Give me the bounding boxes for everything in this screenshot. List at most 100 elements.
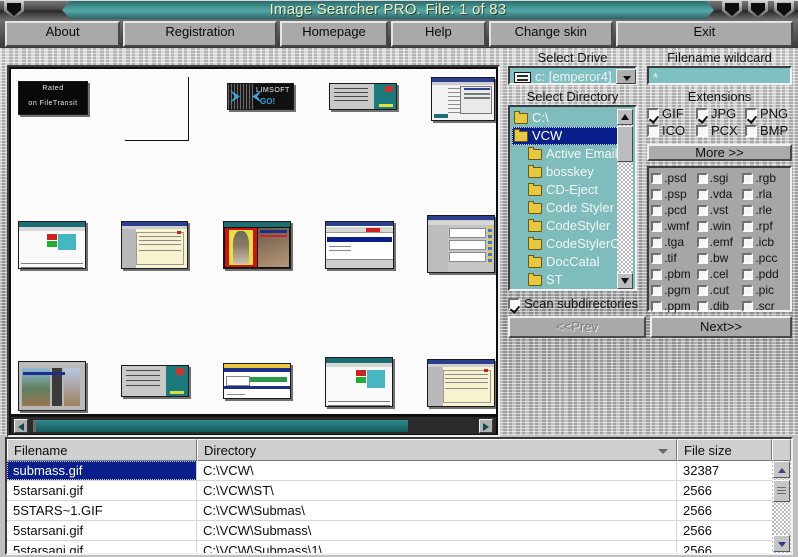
extension-wmf[interactable]: .wmf [651, 218, 697, 234]
homepage-button[interactable]: Homepage [279, 21, 389, 47]
png-checkbox[interactable] [745, 107, 757, 120]
extension-scr[interactable]: .scr [742, 298, 788, 314]
thumbnail-item[interactable] [329, 83, 397, 110]
extension-pic[interactable]: .pic [742, 282, 788, 298]
extension-cut[interactable]: .cut [696, 282, 743, 298]
hscrollbar-thumb[interactable] [33, 420, 408, 432]
wmf-checkbox[interactable] [651, 220, 662, 232]
thumbnail-hscrollbar[interactable] [11, 416, 496, 434]
extension-rpf[interactable]: .rpf [742, 218, 788, 234]
extension-png[interactable]: PNG [745, 106, 790, 121]
extension-pcx[interactable]: PCX [696, 123, 741, 138]
next-page-button[interactable]: Next>> [650, 316, 792, 338]
directory-item[interactable]: CD-Eject [512, 181, 619, 199]
registration-button[interactable]: Registration [123, 21, 277, 47]
app-menu-icon[interactable] [4, 1, 24, 19]
pcc-checkbox[interactable] [742, 252, 754, 264]
directory-item[interactable]: ST [512, 271, 619, 289]
change-skin-button[interactable]: Change skin [488, 21, 613, 47]
table-row[interactable]: 5starsani.gif C:\VCW\ST\ 2566 [7, 481, 772, 501]
extension-pgm[interactable]: .pgm [651, 282, 697, 298]
extension-jpg[interactable]: JPG [696, 106, 741, 121]
scroll-down-icon[interactable] [617, 273, 633, 289]
extension-tga[interactable]: .tga [651, 234, 697, 250]
rpf-checkbox[interactable] [742, 220, 754, 232]
extension-rle[interactable]: .rle [742, 202, 788, 218]
directory-tree-list[interactable]: C:\ VCW Active Email M bosskey CD-Eject … [512, 109, 619, 289]
scan-subdirectories-row[interactable]: Scan subdirectories [508, 295, 648, 312]
maximize-icon[interactable] [748, 1, 768, 19]
extension-sgi[interactable]: .sgi [696, 170, 743, 186]
extension-cel[interactable]: .cel [696, 266, 743, 282]
exit-button[interactable]: Exit [615, 21, 793, 47]
scan-subdirectories-checkbox[interactable] [508, 298, 520, 310]
directory-item[interactable]: DocCatal [512, 253, 619, 271]
directory-item[interactable]: C:\ [512, 109, 619, 127]
extension-tif[interactable]: .tif [651, 250, 697, 266]
jpg-checkbox[interactable] [696, 107, 708, 120]
extension-bw[interactable]: .bw [696, 250, 743, 266]
gif-checkbox[interactable] [647, 107, 659, 120]
chevron-down-icon[interactable] [616, 69, 636, 84]
rle-checkbox[interactable] [742, 204, 754, 216]
pgm-checkbox[interactable] [651, 284, 662, 296]
directory-scrollbar-thumb[interactable] [617, 126, 633, 162]
thumbnail-item[interactable]: Rated on FileTransit [18, 81, 88, 115]
thumbnail-item[interactable] [18, 221, 86, 269]
directory-item[interactable]: Code Styler [512, 199, 619, 217]
about-button[interactable]: About [5, 21, 121, 47]
extension-bmp[interactable]: BMP [745, 123, 790, 138]
thumbnail-item[interactable] [121, 221, 188, 269]
prev-page-button[interactable]: <<Prev [508, 316, 646, 338]
thumbnail-item[interactable] [18, 361, 86, 411]
ico-checkbox[interactable] [647, 124, 659, 137]
scroll-up-icon[interactable] [773, 461, 790, 478]
extension-rgb[interactable]: .rgb [742, 170, 788, 186]
extension-ppm[interactable]: .ppm [651, 298, 697, 314]
scroll-down-icon[interactable] [773, 535, 790, 552]
thumbnail-item[interactable] [427, 359, 495, 407]
table-row[interactable]: 5STARS~1.GIF C:\VCW\Submas\ 2566 [7, 501, 772, 521]
pdd-checkbox[interactable] [742, 268, 754, 280]
wildcard-input[interactable] [651, 69, 793, 85]
table-row[interactable]: 5starsani.gif C:\VCW\Submass\1\ 2566 [7, 541, 772, 553]
rla-checkbox[interactable] [742, 188, 754, 200]
bmp-checkbox[interactable] [745, 124, 757, 137]
close-icon[interactable] [774, 1, 794, 19]
thumbnail-item[interactable] [121, 365, 189, 397]
directory-item-selected[interactable]: VCW [512, 127, 619, 145]
tif-checkbox[interactable] [651, 252, 662, 264]
file-list-scrollbar[interactable] [772, 461, 791, 553]
tga-checkbox[interactable] [651, 236, 662, 248]
extension-gif[interactable]: GIF [647, 106, 692, 121]
file-list-rows[interactable]: submass.gif C:\VCW\ 32387 5starsani.gif … [7, 461, 772, 553]
thumbnail-item[interactable] [325, 357, 393, 407]
scroll-up-icon[interactable] [617, 109, 633, 125]
minimize-icon[interactable] [722, 1, 742, 19]
extension-dib[interactable]: .dib [696, 298, 743, 314]
extension-pcc[interactable]: .pcc [742, 250, 788, 266]
extension-vda[interactable]: .vda [696, 186, 743, 202]
win-checkbox[interactable] [696, 220, 708, 232]
emf-checkbox[interactable] [696, 236, 708, 248]
extension-icb[interactable]: .icb [742, 234, 788, 250]
extension-rla[interactable]: .rla [742, 186, 788, 202]
pic-checkbox[interactable] [742, 284, 754, 296]
rgb-checkbox[interactable] [742, 172, 754, 184]
directory-item[interactable]: Active Email M [512, 145, 619, 163]
wildcard-field[interactable] [647, 66, 793, 85]
pbm-checkbox[interactable] [651, 268, 662, 280]
sgi-checkbox[interactable] [696, 172, 708, 184]
thumbnail-item[interactable] [223, 363, 291, 399]
thumbnail-item[interactable] [431, 77, 495, 121]
extension-psd[interactable]: .psd [651, 170, 697, 186]
directory-tree[interactable]: C:\ VCW Active Email M bosskey CD-Eject … [508, 105, 637, 291]
directory-item[interactable]: CodeStyler [512, 217, 619, 235]
psd-checkbox[interactable] [651, 172, 662, 184]
bw-checkbox[interactable] [696, 252, 708, 264]
column-header-filesize[interactable]: File size [677, 439, 772, 461]
vst-checkbox[interactable] [696, 204, 708, 216]
extension-pdd[interactable]: .pdd [742, 266, 788, 282]
thumbnail-grid[interactable]: Rated on FileTransit LIMSOFT GO! [11, 69, 496, 414]
psp-checkbox[interactable] [651, 188, 662, 200]
